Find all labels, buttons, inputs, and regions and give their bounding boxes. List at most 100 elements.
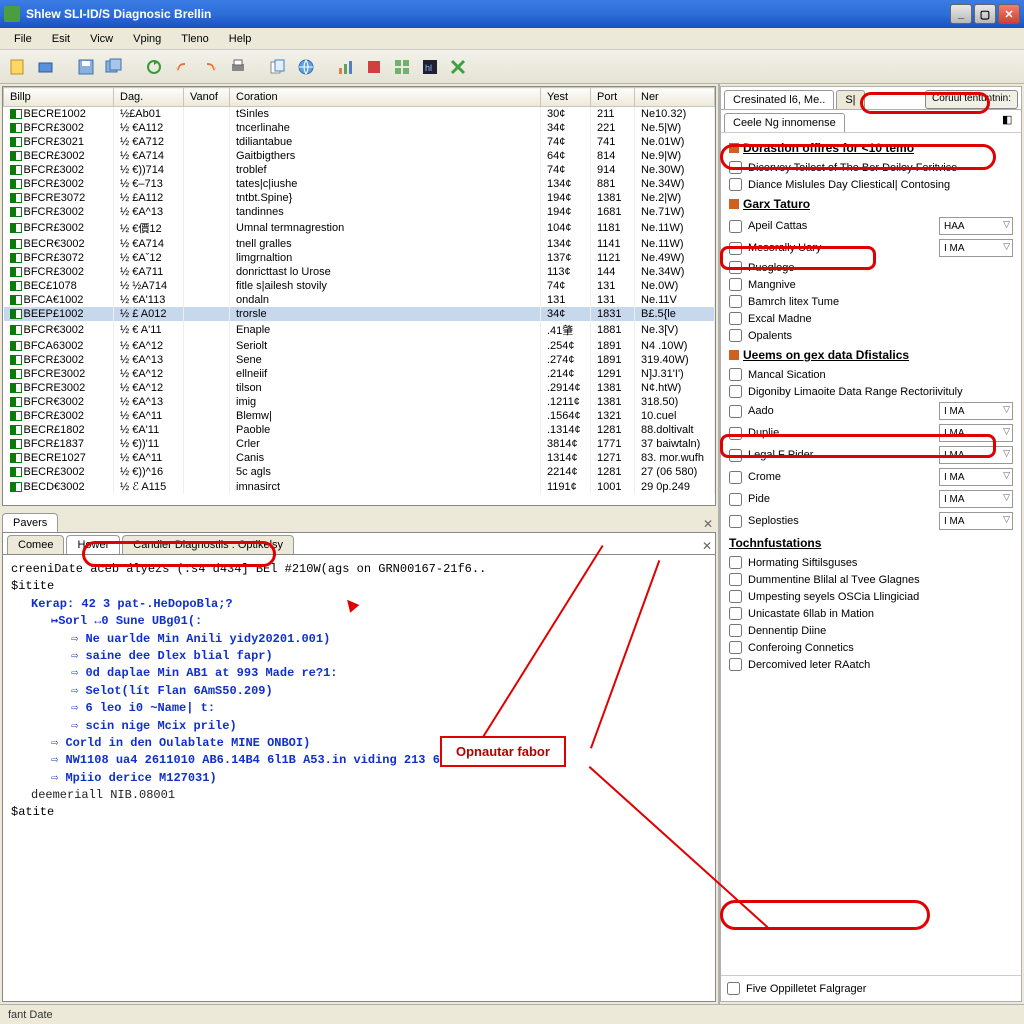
table-row[interactable]: BECR£3002½ €A714Gaitbigthers64¢814Ne.9|W… <box>4 149 715 163</box>
table-row[interactable]: BFCA€1002½ €A'113ondaln131131Ne.11V <box>4 293 715 307</box>
table-row[interactable]: BFCR£3002½ €價12Umnal termnagrestion104¢1… <box>4 219 715 237</box>
option-checkbox[interactable] <box>729 471 742 484</box>
option-combobox[interactable]: HAA <box>939 217 1013 235</box>
tab-close-icon[interactable]: ✕ <box>700 516 716 532</box>
new-icon[interactable] <box>6 55 30 79</box>
table-row[interactable]: BFCR£3002½ €A711donricttast lo Urose113¢… <box>4 265 715 279</box>
chart-icon[interactable] <box>334 55 358 79</box>
grid-icon[interactable] <box>390 55 414 79</box>
option-checkbox[interactable] <box>729 427 742 440</box>
subtab-diagnostics[interactable]: Candler Diagnostils : Optikelsy <box>122 535 294 554</box>
option-checkbox[interactable] <box>729 220 742 233</box>
option-combobox[interactable]: I MA <box>939 446 1013 464</box>
option-checkbox[interactable] <box>729 556 742 569</box>
subtab-comee[interactable]: Comee <box>7 535 64 554</box>
option-checkbox[interactable] <box>729 242 742 255</box>
table-row[interactable]: BEEP£1002½ £ A012trorsle34¢1831B£.5{le <box>4 307 715 321</box>
data-table-container[interactable]: BillpDag.VanofCorationYestPortNer BECRE1… <box>2 86 716 506</box>
right-subtab[interactable]: Ceele Ng innomense <box>724 113 845 132</box>
column-header[interactable]: Coration <box>230 88 541 107</box>
code-icon[interactable]: hl <box>418 55 442 79</box>
stop-icon[interactable] <box>362 55 386 79</box>
table-row[interactable]: BECR£1802½ €A'11Paoble.1314¢128188.dolti… <box>4 423 715 437</box>
option-combobox[interactable]: I MA <box>939 490 1013 508</box>
saveall-icon[interactable] <box>102 55 126 79</box>
column-header[interactable]: Dag. <box>114 88 184 107</box>
option-checkbox[interactable] <box>729 624 742 637</box>
option-combobox[interactable]: I MA <box>939 402 1013 420</box>
right-tab-button[interactable]: Coruul tentuntnin: <box>925 90 1018 109</box>
option-checkbox[interactable] <box>729 312 742 325</box>
table-row[interactable]: BFCRE3002½ €A^12tilson.2914¢1381N¢.htW) <box>4 381 715 395</box>
option-checkbox[interactable] <box>729 607 742 620</box>
redo-icon[interactable] <box>198 55 222 79</box>
bottom-checkbox[interactable] <box>727 982 740 995</box>
menu-file[interactable]: File <box>4 31 42 47</box>
option-checkbox[interactable] <box>729 449 742 462</box>
table-row[interactable]: BFCR£3002½ €A112tncerlinahe34¢221Ne.5|W) <box>4 121 715 135</box>
menu-help[interactable]: Help <box>219 31 262 47</box>
table-row[interactable]: BFCR€3002½ €A^13imig.1211¢1381318.50) <box>4 395 715 409</box>
option-checkbox[interactable] <box>729 493 742 506</box>
menu-tleno[interactable]: Tleno <box>171 31 219 47</box>
column-header[interactable]: Port <box>591 88 635 107</box>
print-icon[interactable] <box>226 55 250 79</box>
table-row[interactable]: BECR£3002½ €))^165c agls2214¢128127 (06 … <box>4 465 715 479</box>
undo-icon[interactable] <box>170 55 194 79</box>
option-combobox[interactable]: I MA <box>939 512 1013 530</box>
table-row[interactable]: BFCR£3002½ €))714troblef74¢914Ne.30W) <box>4 163 715 177</box>
option-checkbox[interactable] <box>729 261 742 274</box>
table-row[interactable]: BFCR£3002½ €A^13Sene.274¢1891319.40W) <box>4 353 715 367</box>
table-row[interactable]: BECRE1002½£Ab01tSinles30¢211Ne10.32) <box>4 107 715 122</box>
option-checkbox[interactable] <box>729 385 742 398</box>
option-checkbox[interactable] <box>729 295 742 308</box>
table-row[interactable]: BFCR£3002½ €A^13tandinnes194¢1681Ne.71W) <box>4 205 715 219</box>
table-row[interactable]: BECRE1027½ €A^11Canis1314¢127183. mor.wu… <box>4 451 715 465</box>
option-combobox[interactable]: I MA <box>939 468 1013 486</box>
right-tab-main[interactable]: Cresinated l6, Me.. <box>724 90 834 109</box>
column-header[interactable]: Billp <box>4 88 114 107</box>
option-checkbox[interactable] <box>729 161 742 174</box>
column-header[interactable]: Yest <box>541 88 591 107</box>
column-header[interactable]: Vanof <box>184 88 230 107</box>
option-checkbox[interactable] <box>729 658 742 671</box>
option-checkbox[interactable] <box>729 641 742 654</box>
maximize-button[interactable]: ▢ <box>974 4 996 24</box>
option-checkbox[interactable] <box>729 573 742 586</box>
column-header[interactable]: Ner <box>635 88 715 107</box>
table-row[interactable]: BFCR£3002½ €A^11Blemw|.1564¢132110.cuel <box>4 409 715 423</box>
console-output[interactable]: creeniDate aceb ályezs (:s4 d434] BEl #2… <box>2 554 716 1002</box>
globe-icon[interactable] <box>294 55 318 79</box>
tab-pavers[interactable]: Pavers <box>2 513 58 532</box>
close-button[interactable]: ✕ <box>998 4 1020 24</box>
table-row[interactable]: BFCRE3002½ €A^12ellneiif.214¢1291N]J.31'… <box>4 367 715 381</box>
option-checkbox[interactable] <box>729 278 742 291</box>
option-combobox[interactable]: I MA <box>939 424 1013 442</box>
table-row[interactable]: BFCR£3021½ €A712tdiliantabue74¢741Ne.01W… <box>4 135 715 149</box>
table-row[interactable]: BFCA63002½ €A^12Seriolt.254¢1891N4 .10W) <box>4 339 715 353</box>
table-row[interactable]: BFCR£3002½ €–713tates|c|iushe134¢881Ne.3… <box>4 177 715 191</box>
save-icon[interactable] <box>74 55 98 79</box>
table-row[interactable]: BECR€3002½ €A714tnell gralles134¢1141Ne.… <box>4 237 715 251</box>
copy-icon[interactable] <box>266 55 290 79</box>
menu-view[interactable]: Vicw <box>80 31 123 47</box>
option-checkbox[interactable] <box>729 329 742 342</box>
table-row[interactable]: BECD€3002½ ℰ A115imnasirct1191¢100129 0p… <box>4 479 715 494</box>
table-row[interactable]: BFCR£3072½ €Aˇ12limgrnaltion137¢1121Ne.4… <box>4 251 715 265</box>
option-checkbox[interactable] <box>729 368 742 381</box>
option-combobox[interactable]: I MA <box>939 239 1013 257</box>
option-checkbox[interactable] <box>729 515 742 528</box>
option-checkbox[interactable] <box>729 590 742 603</box>
option-checkbox[interactable] <box>729 405 742 418</box>
table-row[interactable]: BEC£1078½ ½A714fitle s|ailesh stovily74¢… <box>4 279 715 293</box>
right-tab-s[interactable]: S| <box>836 90 864 109</box>
refresh-icon[interactable] <box>142 55 166 79</box>
menu-vping[interactable]: Vping <box>123 31 171 47</box>
subtab-hower[interactable]: Hower <box>66 535 120 554</box>
right-panel-options-icon[interactable]: ◧ <box>1002 113 1018 129</box>
menu-edit[interactable]: Esit <box>42 31 80 47</box>
table-row[interactable]: BFCRE3072½ £A112tntbt.Spine}194¢1381Ne.2… <box>4 191 715 205</box>
table-row[interactable]: BFCR£1837½ €))'11Crler3814¢177137 baiwta… <box>4 437 715 451</box>
minimize-button[interactable]: _ <box>950 4 972 24</box>
option-checkbox[interactable] <box>729 178 742 191</box>
